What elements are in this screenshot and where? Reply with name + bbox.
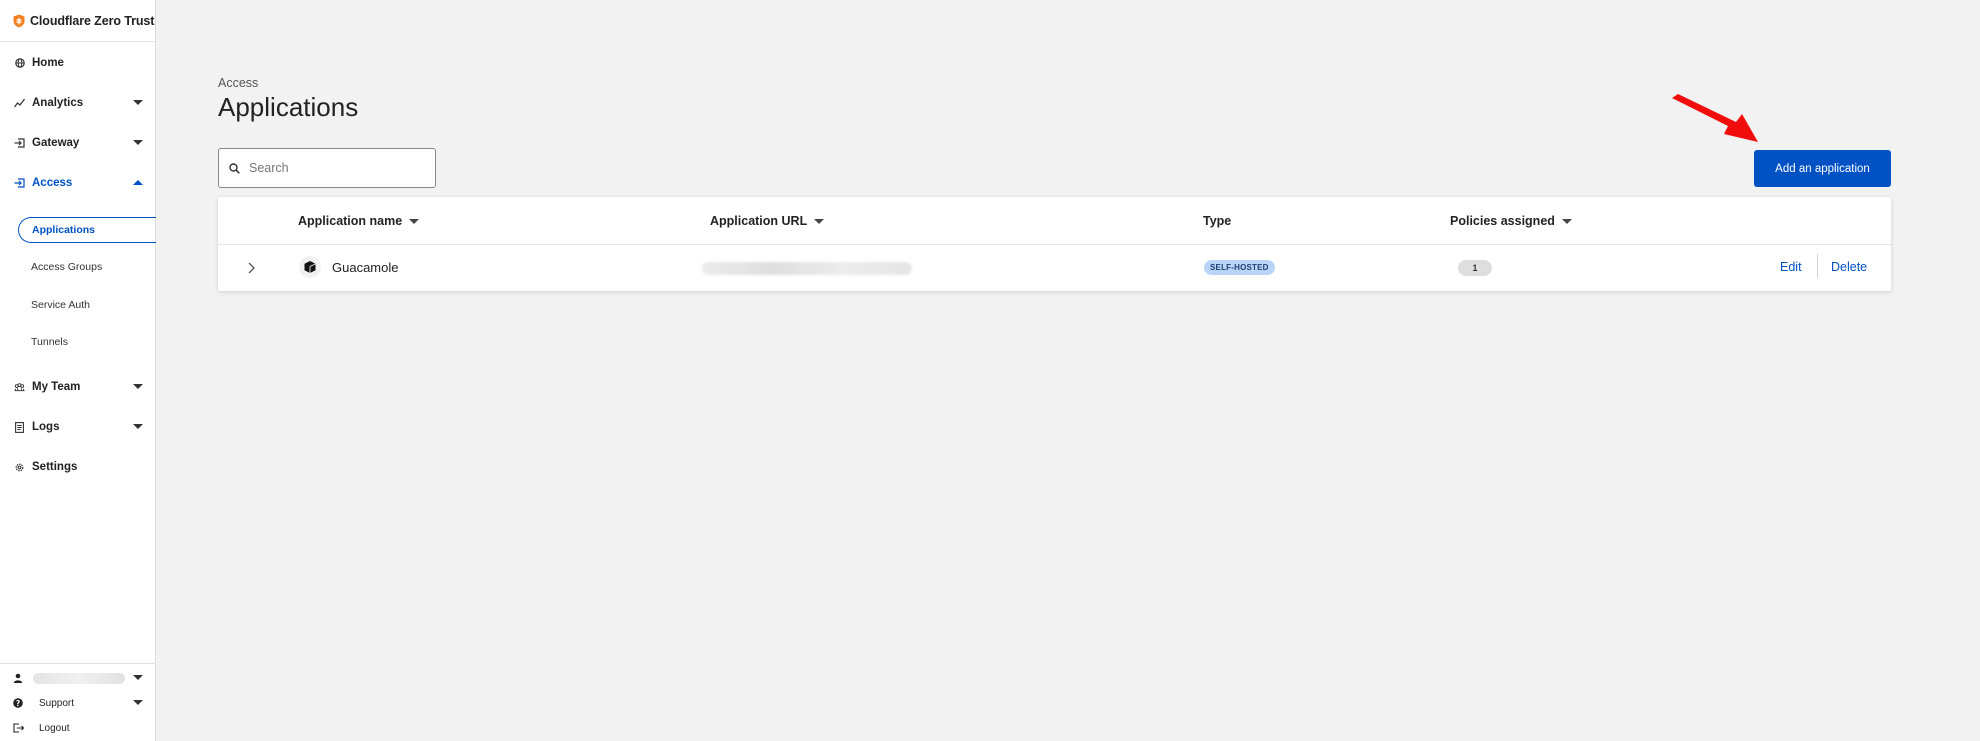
sidebar-subitem-service-auth[interactable]: Service Auth [18, 292, 156, 318]
sidebar-item-label: Gateway [32, 137, 80, 149]
sidebar-subitem-applications[interactable]: Applications [18, 217, 156, 243]
sidebar-item-label: Access [32, 177, 73, 189]
column-label: Policies assigned [1450, 214, 1555, 228]
logs-icon [14, 421, 25, 433]
column-label: Application URL [710, 214, 808, 228]
chevron-down-icon [133, 100, 143, 105]
policies-count-badge: 1 [1458, 260, 1492, 276]
user-icon [13, 673, 23, 683]
add-application-button[interactable]: Add an application [1754, 150, 1891, 187]
type-badge: SELF-HOSTED [1204, 260, 1275, 275]
sidebar-item-home[interactable]: Home [0, 50, 156, 76]
sidebar: Cloudflare Zero Trust Home Analytics Gat… [0, 0, 156, 741]
red-arrow-annotation [1672, 94, 1758, 142]
svg-text:?: ? [16, 699, 20, 708]
chevron-down-icon [133, 140, 143, 145]
sidebar-item-analytics[interactable]: Analytics [0, 90, 156, 116]
brand-header[interactable]: Cloudflare Zero Trust [0, 0, 155, 42]
chevron-up-icon [133, 180, 143, 185]
sidebar-footer: ? Support Logout [0, 663, 156, 741]
sidebar-item-my-team[interactable]: My Team [0, 374, 156, 400]
support-menu[interactable]: ? Support [0, 692, 156, 714]
column-label: Type [1203, 214, 1232, 228]
sidebar-item-label: Settings [32, 461, 78, 473]
table-header: Application name Application URL Type Po… [218, 197, 1891, 245]
chevron-right-icon[interactable] [244, 261, 258, 275]
column-header-policies-assigned[interactable]: Policies assigned [1450, 214, 1572, 228]
account-name-redacted [33, 672, 125, 684]
access-icon [14, 178, 25, 189]
sidebar-subitem-access-groups[interactable]: Access Groups [18, 254, 156, 280]
gear-icon [14, 462, 25, 473]
logout-link[interactable]: Logout [0, 717, 156, 739]
sidebar-subitem-tunnels[interactable]: Tunnels [18, 329, 156, 355]
sort-caret-icon [814, 218, 825, 224]
logout-label: Logout [39, 722, 70, 734]
account-menu[interactable] [0, 667, 156, 689]
column-label: Application name [298, 214, 403, 228]
help-icon: ? [13, 698, 23, 708]
brand-name: Cloudflare Zero Trust [30, 13, 155, 28]
support-label: Support [39, 697, 75, 709]
sort-caret-icon [1561, 218, 1572, 224]
gateway-icon [14, 138, 25, 149]
column-header-application-url[interactable]: Application URL [710, 214, 825, 228]
application-cube-icon [299, 256, 321, 278]
sidebar-item-label: My Team [32, 381, 81, 393]
column-header-application-name[interactable]: Application name [298, 214, 420, 228]
page-title: Applications [218, 92, 359, 122]
application-name: Guacamole [332, 260, 399, 275]
sidebar-item-label: Logs [32, 421, 60, 433]
cloudflare-shield-icon [13, 14, 25, 27]
action-divider [1817, 254, 1818, 278]
sidebar-item-label: Home [32, 57, 64, 69]
applications-table: Application name Application URL Type Po… [218, 197, 1891, 291]
logout-icon [13, 723, 24, 733]
chevron-down-icon [133, 424, 143, 429]
delete-link[interactable]: Delete [1831, 260, 1867, 274]
globe-icon [14, 58, 25, 69]
sidebar-item-gateway[interactable]: Gateway [0, 130, 156, 156]
sidebar-item-logs[interactable]: Logs [0, 414, 156, 440]
team-icon [14, 382, 25, 393]
search-box[interactable] [218, 148, 436, 188]
chevron-down-icon [133, 384, 143, 389]
sidebar-item-label: Analytics [32, 97, 84, 109]
search-icon [229, 162, 240, 174]
search-input[interactable] [249, 161, 419, 175]
table-row[interactable]: Guacamole SELF-HOSTED 1 Edit Delete [218, 245, 1891, 291]
breadcrumb[interactable]: Access [218, 76, 258, 90]
edit-link[interactable]: Edit [1780, 260, 1802, 274]
sidebar-item-settings[interactable]: Settings [0, 454, 156, 480]
sidebar-item-access[interactable]: Access [0, 170, 156, 196]
chevron-down-icon [133, 675, 143, 680]
chevron-down-icon [133, 700, 143, 705]
column-header-type: Type [1203, 214, 1231, 228]
sort-caret-icon [409, 218, 420, 224]
chart-line-icon [14, 98, 25, 109]
application-url-redacted [702, 262, 912, 275]
